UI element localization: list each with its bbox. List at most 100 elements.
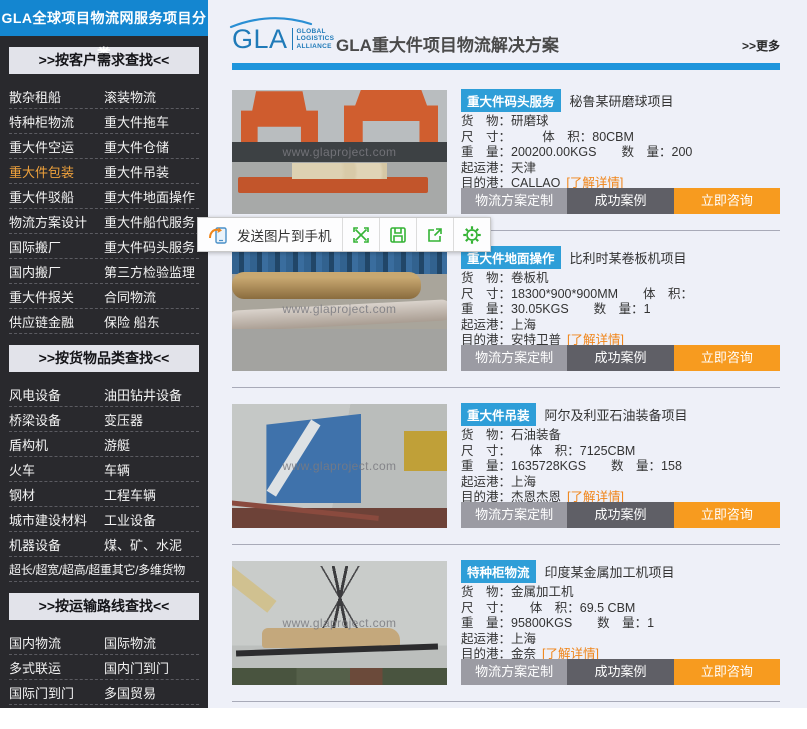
sidebar-item[interactable]: 保险 船东 bbox=[104, 312, 199, 331]
sidebar-row: 重大件空运重大件仓储 bbox=[9, 134, 199, 159]
sidebar-item[interactable]: 滚装物流 bbox=[104, 87, 199, 106]
info-line: 重 量：30.05KGS 数 量：1 bbox=[461, 302, 780, 318]
project-info: 特种柜物流印度某金属加工机项目货 物：金属加工机尺 寸： 体 积：69.5 CB… bbox=[461, 561, 780, 685]
sidebar-section: >>按客户需求查找<<散杂租船滚装物流特种柜物流重大件拖车重大件空运重大件仓储重… bbox=[0, 47, 208, 334]
sidebar-item[interactable]: 重大件包装 bbox=[9, 162, 104, 181]
card-buttons: 物流方案定制成功案例立即咨询 bbox=[461, 659, 780, 685]
sidebar-item[interactable]: 风电设备 bbox=[9, 385, 104, 404]
info-line: 货 物：石油装备 bbox=[461, 428, 780, 444]
project-photo[interactable]: www.glaproject.com bbox=[232, 247, 447, 371]
info-line: 重 量：95800KGS 数 量：1 bbox=[461, 616, 780, 632]
sidebar-item[interactable]: 特种柜物流 bbox=[9, 112, 104, 131]
sidebar-item[interactable]: 国内门到门 bbox=[104, 658, 199, 677]
case-button[interactable]: 成功案例 bbox=[567, 502, 673, 528]
card-buttons: 物流方案定制成功案例立即咨询 bbox=[461, 345, 780, 371]
sidebar-item[interactable]: 桥梁设备 bbox=[9, 410, 104, 429]
view-original-button[interactable] bbox=[343, 218, 380, 251]
plan-button[interactable]: 物流方案定制 bbox=[461, 188, 567, 214]
sidebar-item[interactable]: 供应链金融 bbox=[9, 312, 104, 331]
sidebar-item[interactable]: 钢材 bbox=[9, 485, 104, 504]
sidebar-item[interactable]: 火车 bbox=[9, 460, 104, 479]
sidebar-row: 盾构机游艇 bbox=[9, 432, 199, 457]
sidebar-item[interactable]: 合同物流 bbox=[104, 287, 199, 306]
sidebar-item[interactable]: 重大件码头服务 bbox=[104, 237, 199, 256]
sidebar-item[interactable]: 重大件报关 bbox=[9, 287, 104, 306]
project-title[interactable]: 比利时某卷板机项目 bbox=[570, 248, 687, 267]
project-title[interactable]: 印度某金属加工机项目 bbox=[545, 562, 675, 581]
case-button[interactable]: 成功案例 bbox=[567, 345, 673, 371]
sidebar-item[interactable]: 超长/超宽/超高/超重其它/多维货物 bbox=[9, 561, 185, 578]
consult-button[interactable]: 立即咨询 bbox=[674, 188, 780, 214]
photo-shape bbox=[232, 668, 447, 685]
sidebar-item[interactable]: 城市建设材料 bbox=[9, 510, 104, 529]
photo-shape bbox=[232, 561, 277, 613]
info-line: 起运港：上海 bbox=[461, 475, 780, 491]
sidebar-item[interactable]: 盾构机 bbox=[9, 435, 104, 454]
save-image-button[interactable] bbox=[380, 218, 417, 251]
card-buttons: 物流方案定制成功案例立即咨询 bbox=[461, 188, 780, 214]
sidebar-item[interactable]: 重大件拖车 bbox=[104, 112, 199, 131]
sidebar-item[interactable]: 重大件空运 bbox=[9, 137, 104, 156]
sidebar-item[interactable]: 多国贸易 bbox=[104, 683, 199, 702]
card-separator bbox=[232, 387, 780, 388]
sidebar-item[interactable]: 重大件吊装 bbox=[104, 162, 199, 181]
project-head: 重大件码头服务秘鲁某研磨球项目 bbox=[461, 90, 780, 111]
sidebar-item[interactable]: 重大件船代服务 bbox=[104, 212, 199, 231]
sidebar-item[interactable]: 重大件仓储 bbox=[104, 137, 199, 156]
case-button[interactable]: 成功案例 bbox=[567, 188, 673, 214]
plan-button[interactable]: 物流方案定制 bbox=[461, 659, 567, 685]
project-title[interactable]: 阿尔及利亚石油装备项目 bbox=[545, 405, 688, 424]
sidebar-item[interactable]: 国际门到门 bbox=[9, 683, 104, 702]
sidebar-item[interactable]: 车辆 bbox=[104, 460, 199, 479]
info-line: 起运港：上海 bbox=[461, 632, 780, 648]
more-link[interactable]: >>更多 bbox=[742, 37, 780, 54]
gla-logo[interactable]: GLA GLOBAL LOGISTICS ALLIANCE bbox=[232, 24, 334, 54]
header-underline bbox=[232, 63, 780, 70]
plan-button[interactable]: 物流方案定制 bbox=[461, 345, 567, 371]
project-photo[interactable]: www.glaproject.com bbox=[232, 561, 447, 685]
consult-button[interactable]: 立即咨询 bbox=[674, 502, 780, 528]
sidebar-item[interactable]: 国内物流 bbox=[9, 633, 104, 652]
project-title[interactable]: 秘鲁某研磨球项目 bbox=[570, 91, 674, 110]
sidebar-item[interactable]: 散杂租船 bbox=[9, 87, 104, 106]
gear-icon bbox=[462, 225, 482, 245]
category-badge[interactable]: 重大件吊装 bbox=[461, 403, 536, 426]
sidebar-item[interactable]: 国际物流 bbox=[104, 633, 199, 652]
sidebar-item[interactable]: 多式联运 bbox=[9, 658, 104, 677]
sidebar-item[interactable]: 重大件驳船 bbox=[9, 187, 104, 206]
consult-button[interactable]: 立即咨询 bbox=[674, 659, 780, 685]
sidebar-item[interactable]: 油田钻井设备 bbox=[104, 385, 199, 404]
sidebar-item[interactable]: 工业设备 bbox=[104, 510, 199, 529]
sidebar-item[interactable]: 游艇 bbox=[104, 435, 199, 454]
category-badge[interactable]: 特种柜物流 bbox=[461, 560, 536, 583]
share-icon bbox=[425, 225, 445, 245]
sidebar-item[interactable]: 机器设备 bbox=[9, 535, 104, 554]
project-photo[interactable]: www.glaproject.com bbox=[232, 404, 447, 528]
sidebar-section-header: >>按货物品类查找<< bbox=[9, 345, 199, 372]
project-info: 重大件地面操作比利时某卷板机项目货 物：卷板机尺 寸：18300*900*900… bbox=[461, 247, 780, 371]
toolbar-settings-button[interactable] bbox=[454, 218, 490, 251]
sidebar-item[interactable]: 国际搬厂 bbox=[9, 237, 104, 256]
expand-icon bbox=[351, 225, 371, 245]
sidebar-item[interactable]: 第三方检验监理 bbox=[104, 262, 199, 281]
photo-shape bbox=[232, 272, 421, 299]
sidebar-item[interactable]: 变压器 bbox=[104, 410, 199, 429]
sidebar-row: 桥梁设备变压器 bbox=[9, 407, 199, 432]
category-badge[interactable]: 重大件码头服务 bbox=[461, 89, 561, 112]
consult-button[interactable]: 立即咨询 bbox=[674, 345, 780, 371]
save-icon bbox=[388, 225, 408, 245]
share-image-button[interactable] bbox=[417, 218, 454, 251]
sidebar-item[interactable]: 物流方案设计 bbox=[9, 212, 104, 231]
case-button[interactable]: 成功案例 bbox=[567, 659, 673, 685]
sidebar-item[interactable]: 国内搬厂 bbox=[9, 262, 104, 281]
project-photo[interactable]: www.glaproject.com bbox=[232, 90, 447, 214]
sidebar-item[interactable]: 工程车辆 bbox=[104, 485, 199, 504]
plan-button[interactable]: 物流方案定制 bbox=[461, 502, 567, 528]
sidebar-item[interactable]: 重大件地面操作 bbox=[104, 187, 199, 206]
card-separator bbox=[232, 701, 780, 702]
send-to-phone-button[interactable]: 发送图片到手机 bbox=[198, 218, 343, 251]
sidebar-item[interactable]: 煤、矿、水泥 bbox=[104, 535, 199, 554]
project-card: www.glaproject.com 重大件吊装阿尔及利亚石油装备项目货 物：石油… bbox=[232, 404, 780, 528]
project-info: 重大件吊装阿尔及利亚石油装备项目货 物：石油装备尺 寸： 体 积：7125CBM… bbox=[461, 404, 780, 528]
project-head: 重大件地面操作比利时某卷板机项目 bbox=[461, 247, 780, 268]
